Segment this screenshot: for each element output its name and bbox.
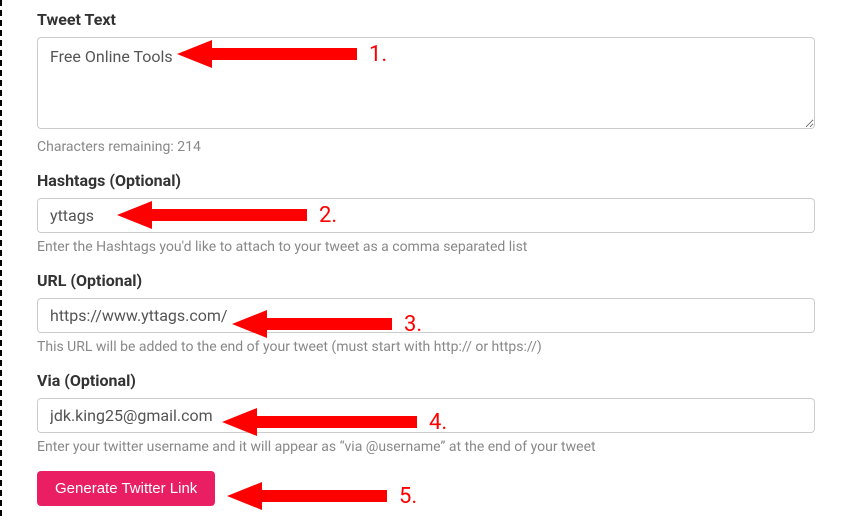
url-input[interactable] [37,298,815,333]
generate-twitter-link-button[interactable]: Generate Twitter Link [37,471,215,506]
hashtags-help: Enter the Hashtags you'd like to attach … [37,239,815,255]
url-group: URL (Optional) This URL will be added to… [37,271,815,355]
arrow-icon [227,480,387,512]
annotation-5-label: 5. [399,484,417,509]
tweet-text-input[interactable] [37,37,815,129]
via-input[interactable] [37,398,815,433]
hashtags-input[interactable] [37,198,815,233]
tweet-text-label: Tweet Text [37,10,815,29]
url-label: URL (Optional) [37,271,815,290]
tweet-text-group: Tweet Text Characters remaining: 214 [37,10,815,155]
hashtags-group: Hashtags (Optional) Enter the Hashtags y… [37,171,815,255]
url-help: This URL will be added to the end of you… [37,339,815,355]
hashtags-label: Hashtags (Optional) [37,171,815,190]
annotation-5: 5. [227,480,417,512]
via-label: Via (Optional) [37,371,815,390]
via-group: Via (Optional) Enter your twitter userna… [37,371,815,455]
via-help: Enter your twitter username and it will … [37,439,815,455]
characters-remaining: Characters remaining: 214 [37,139,815,155]
